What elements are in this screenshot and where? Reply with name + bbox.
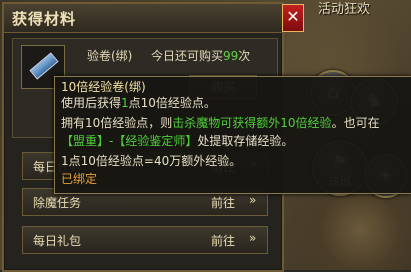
tooltip-title: 10倍经验卷(绑) [61,80,146,94]
tooltip-line-3: 【盟重】-【经验鉴定师】处提取存储经验。 [61,133,293,149]
buy-limit-prefix: 今日还可购买 [151,49,224,63]
tooltip-text: 。也可在 [331,116,380,130]
item-name: 验卷(绑) [87,49,133,63]
chevron-right-icon: » [249,193,257,207]
tooltip-line-1: 使用后获得1点10倍经验点。 [61,95,216,111]
go-button[interactable]: 前往 [211,232,235,249]
row-name: 每日礼包 [33,234,82,248]
tooltip-text: 使用后获得 [61,96,122,110]
tooltip-text: 拥有10倍经验点，则 [61,116,173,130]
buy-limit-suffix: 次 [238,49,251,63]
daily-gift-row[interactable]: 每日礼包 前往 » [22,226,268,254]
tooltip-line-4: 1点10倍经验点=40万额外经验。 [61,154,242,168]
window-title: 获得材料 [12,10,77,28]
item-tooltip: 10倍经验卷(绑) 使用后获得1点10倍经验点。 拥有10倍经验点，则击杀魔物可… [54,76,411,194]
buy-limit-text: 今日还可购买99次 [151,47,250,64]
tooltip-text: 处提取存储经验。 [197,134,294,148]
go-button[interactable]: 前往 [211,194,235,211]
tooltip-highlight: 1 [121,96,129,110]
buy-limit-count: 99 [223,49,239,63]
event-label[interactable]: 活动狂欢 [318,0,370,17]
tooltip-highlight: 击杀魔物可获得额外10倍经验 [172,116,332,130]
tooltip-text: 点10倍经验点。 [128,96,216,110]
tooltip-line-2: 拥有10倍经验点，则击杀魔物可获得额外10倍经验。也可在 [61,115,380,131]
tooltip-highlight: 【盟重】-【经验鉴定师】 [61,134,198,148]
row-name: 除魔任务 [33,196,82,210]
chevron-right-icon: » [249,231,257,245]
bound-status: 已绑定 [61,172,98,186]
close-button[interactable]: ✕ [282,4,304,32]
title-bar: 获得材料 [4,4,282,33]
